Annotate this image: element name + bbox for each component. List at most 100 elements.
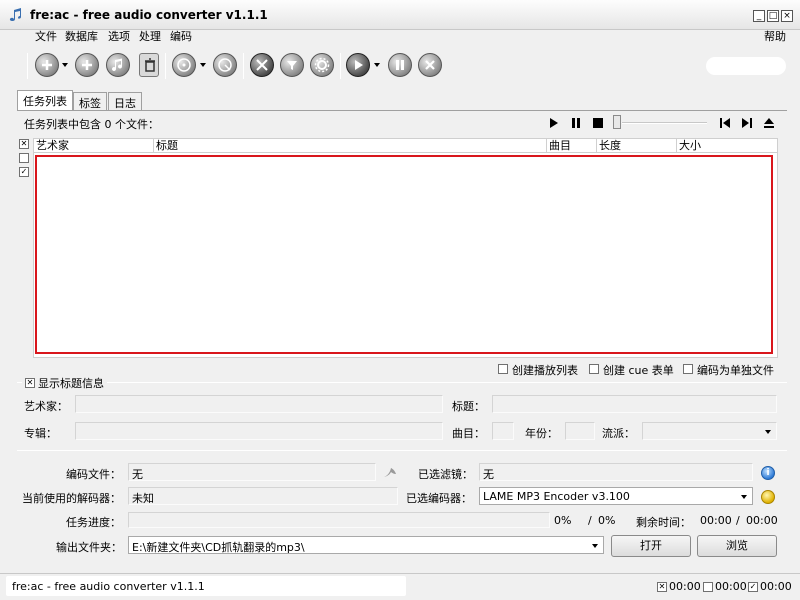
add-files-icon[interactable] xyxy=(35,53,59,77)
stop-icon[interactable] xyxy=(592,117,604,129)
joblist-summary: 任务列表中包含 0 个文件： xyxy=(24,118,159,131)
decoder-field: 未知 xyxy=(128,487,398,505)
remaining-time-2: 00:00 xyxy=(746,514,778,527)
play-icon[interactable] xyxy=(548,117,560,129)
statusbar-time-1: 00:00 xyxy=(669,580,701,593)
column-title[interactable]: 标题 xyxy=(154,139,547,153)
encoding-file-field: 无 xyxy=(128,463,376,481)
track-field[interactable] xyxy=(492,422,514,440)
year-field[interactable] xyxy=(565,422,595,440)
create-playlist-label: 创建播放列表 xyxy=(512,364,578,377)
music-note-icon[interactable] xyxy=(106,53,130,77)
output-folder-dropdown-icon[interactable] xyxy=(592,544,598,548)
encode-single-label: 编码为单独文件 xyxy=(697,364,774,377)
start-encoding-icon[interactable] xyxy=(346,53,370,77)
filter-config-icon[interactable] xyxy=(382,464,398,480)
menu-bar: 文件 数据库 选项 处理 编码 帮助 xyxy=(0,30,800,46)
maximize-button[interactable]: □ xyxy=(767,10,779,22)
previous-track-icon[interactable] xyxy=(719,117,731,129)
toggle-selection-checkbox[interactable]: ✓ xyxy=(19,167,29,177)
statusbar-time-2: 00:00 xyxy=(715,580,747,593)
progress-bar xyxy=(128,512,550,528)
title-info-toggle[interactable]: ✕ 显示标题信息 xyxy=(22,375,107,391)
pause-encoding-icon[interactable] xyxy=(388,53,412,77)
select-all-checkbox[interactable]: ✕ xyxy=(19,139,29,149)
column-artist[interactable]: 艺术家 xyxy=(34,139,154,153)
statusbar-time-3: 00:00 xyxy=(760,580,792,593)
remaining-time-label: 剩余时间： xyxy=(636,516,691,529)
output-folder-dropdown[interactable]: E:\新建文件夹\CD抓轨翻录的mp3\ xyxy=(128,536,604,554)
column-size[interactable]: 大小 xyxy=(677,139,777,153)
create-playlist-checkbox[interactable] xyxy=(498,364,508,374)
menu-help[interactable]: 帮助 xyxy=(764,30,786,44)
title-info-checkbox[interactable]: ✕ xyxy=(25,378,35,388)
tools-icon[interactable] xyxy=(250,53,274,77)
album-field[interactable] xyxy=(75,422,443,440)
settings-gear-icon[interactable] xyxy=(310,53,334,77)
browse-folder-button[interactable]: 浏览 xyxy=(697,535,777,557)
cd-read-dropdown-icon[interactable] xyxy=(200,63,206,67)
cd-read-icon[interactable] xyxy=(172,53,196,77)
joblist-header: 艺术家 标题 曲目 长度 大小 xyxy=(33,138,778,153)
open-folder-button[interactable]: 打开 xyxy=(611,535,691,557)
encoder-dropdown-icon[interactable] xyxy=(741,495,747,499)
add-files-dropdown-icon[interactable] xyxy=(62,63,68,67)
title-field[interactable] xyxy=(492,395,777,413)
column-length[interactable]: 长度 xyxy=(597,139,677,153)
status-separator xyxy=(17,450,787,451)
encoding-file-label: 编码文件： xyxy=(66,468,121,481)
status-bar: fre:ac - free audio converter v1.1.1 ✕ 0… xyxy=(0,573,800,600)
create-cue-checkbox[interactable] xyxy=(589,364,599,374)
title-label: 标题： xyxy=(452,400,485,413)
genre-dropdown-icon[interactable] xyxy=(765,430,771,434)
menu-file[interactable]: 文件 xyxy=(35,30,57,44)
playback-slider-track[interactable] xyxy=(622,122,707,124)
playback-slider-thumb[interactable] xyxy=(613,115,621,129)
tab-joblist[interactable]: 任务列表 xyxy=(17,90,73,111)
encoder-dropdown[interactable]: LAME MP3 Encoder v3.100 xyxy=(479,487,753,505)
toolbar-separator xyxy=(243,53,244,79)
encoder-config-icon[interactable] xyxy=(761,490,775,504)
minimize-button[interactable]: _ xyxy=(753,10,765,22)
statusbar-check-2 xyxy=(703,582,713,592)
eject-icon[interactable] xyxy=(763,117,775,129)
menu-database[interactable]: 数据库 xyxy=(65,30,98,44)
tab-tags[interactable]: 标签 xyxy=(73,92,107,110)
select-none-checkbox[interactable] xyxy=(19,153,29,163)
tab-log[interactable]: 日志 xyxy=(108,92,142,110)
statusbar-check-3: ✓ xyxy=(748,582,758,592)
window-title: fre:ac - free audio converter v1.1.1 xyxy=(30,8,268,22)
stop-encoding-icon[interactable] xyxy=(418,53,442,77)
add-folder-icon[interactable] xyxy=(75,53,99,77)
close-button[interactable]: × xyxy=(781,10,793,22)
title-info-separator xyxy=(17,382,787,383)
status-bar-text: fre:ac - free audio converter v1.1.1 xyxy=(12,580,205,593)
encode-single-checkbox[interactable] xyxy=(683,364,693,374)
next-track-icon[interactable] xyxy=(741,117,753,129)
selected-filter-label: 已选滤镜： xyxy=(418,468,473,481)
create-cue-label: 创建 cue 表单 xyxy=(603,364,674,377)
artist-label: 艺术家： xyxy=(24,400,68,413)
remaining-time-1: 00:00 xyxy=(700,514,732,527)
toolbar-grip xyxy=(27,53,28,79)
progress-percent-1: 0% xyxy=(554,514,572,527)
filter-icon[interactable] xyxy=(280,53,304,77)
toolbar xyxy=(0,47,800,85)
artist-field[interactable] xyxy=(75,395,443,413)
genre-dropdown[interactable] xyxy=(642,422,777,440)
year-label: 年份： xyxy=(525,427,558,440)
menu-encode[interactable]: 编码 xyxy=(170,30,192,44)
menu-options[interactable]: 选项 xyxy=(108,30,130,44)
toolbar-separator xyxy=(340,53,341,79)
track-label: 曲目： xyxy=(452,427,485,440)
pause-icon[interactable] xyxy=(570,117,582,129)
cd-db-icon[interactable] xyxy=(213,53,237,77)
statusbar-check-1: ✕ xyxy=(657,582,667,592)
start-dropdown-icon[interactable] xyxy=(374,63,380,67)
decoder-label: 当前使用的解码器： xyxy=(22,492,121,505)
info-icon[interactable]: i xyxy=(761,466,775,480)
menu-process[interactable]: 处理 xyxy=(139,30,161,44)
clear-list-icon[interactable] xyxy=(139,53,159,77)
app-icon xyxy=(9,8,21,21)
column-track[interactable]: 曲目 xyxy=(547,139,597,153)
